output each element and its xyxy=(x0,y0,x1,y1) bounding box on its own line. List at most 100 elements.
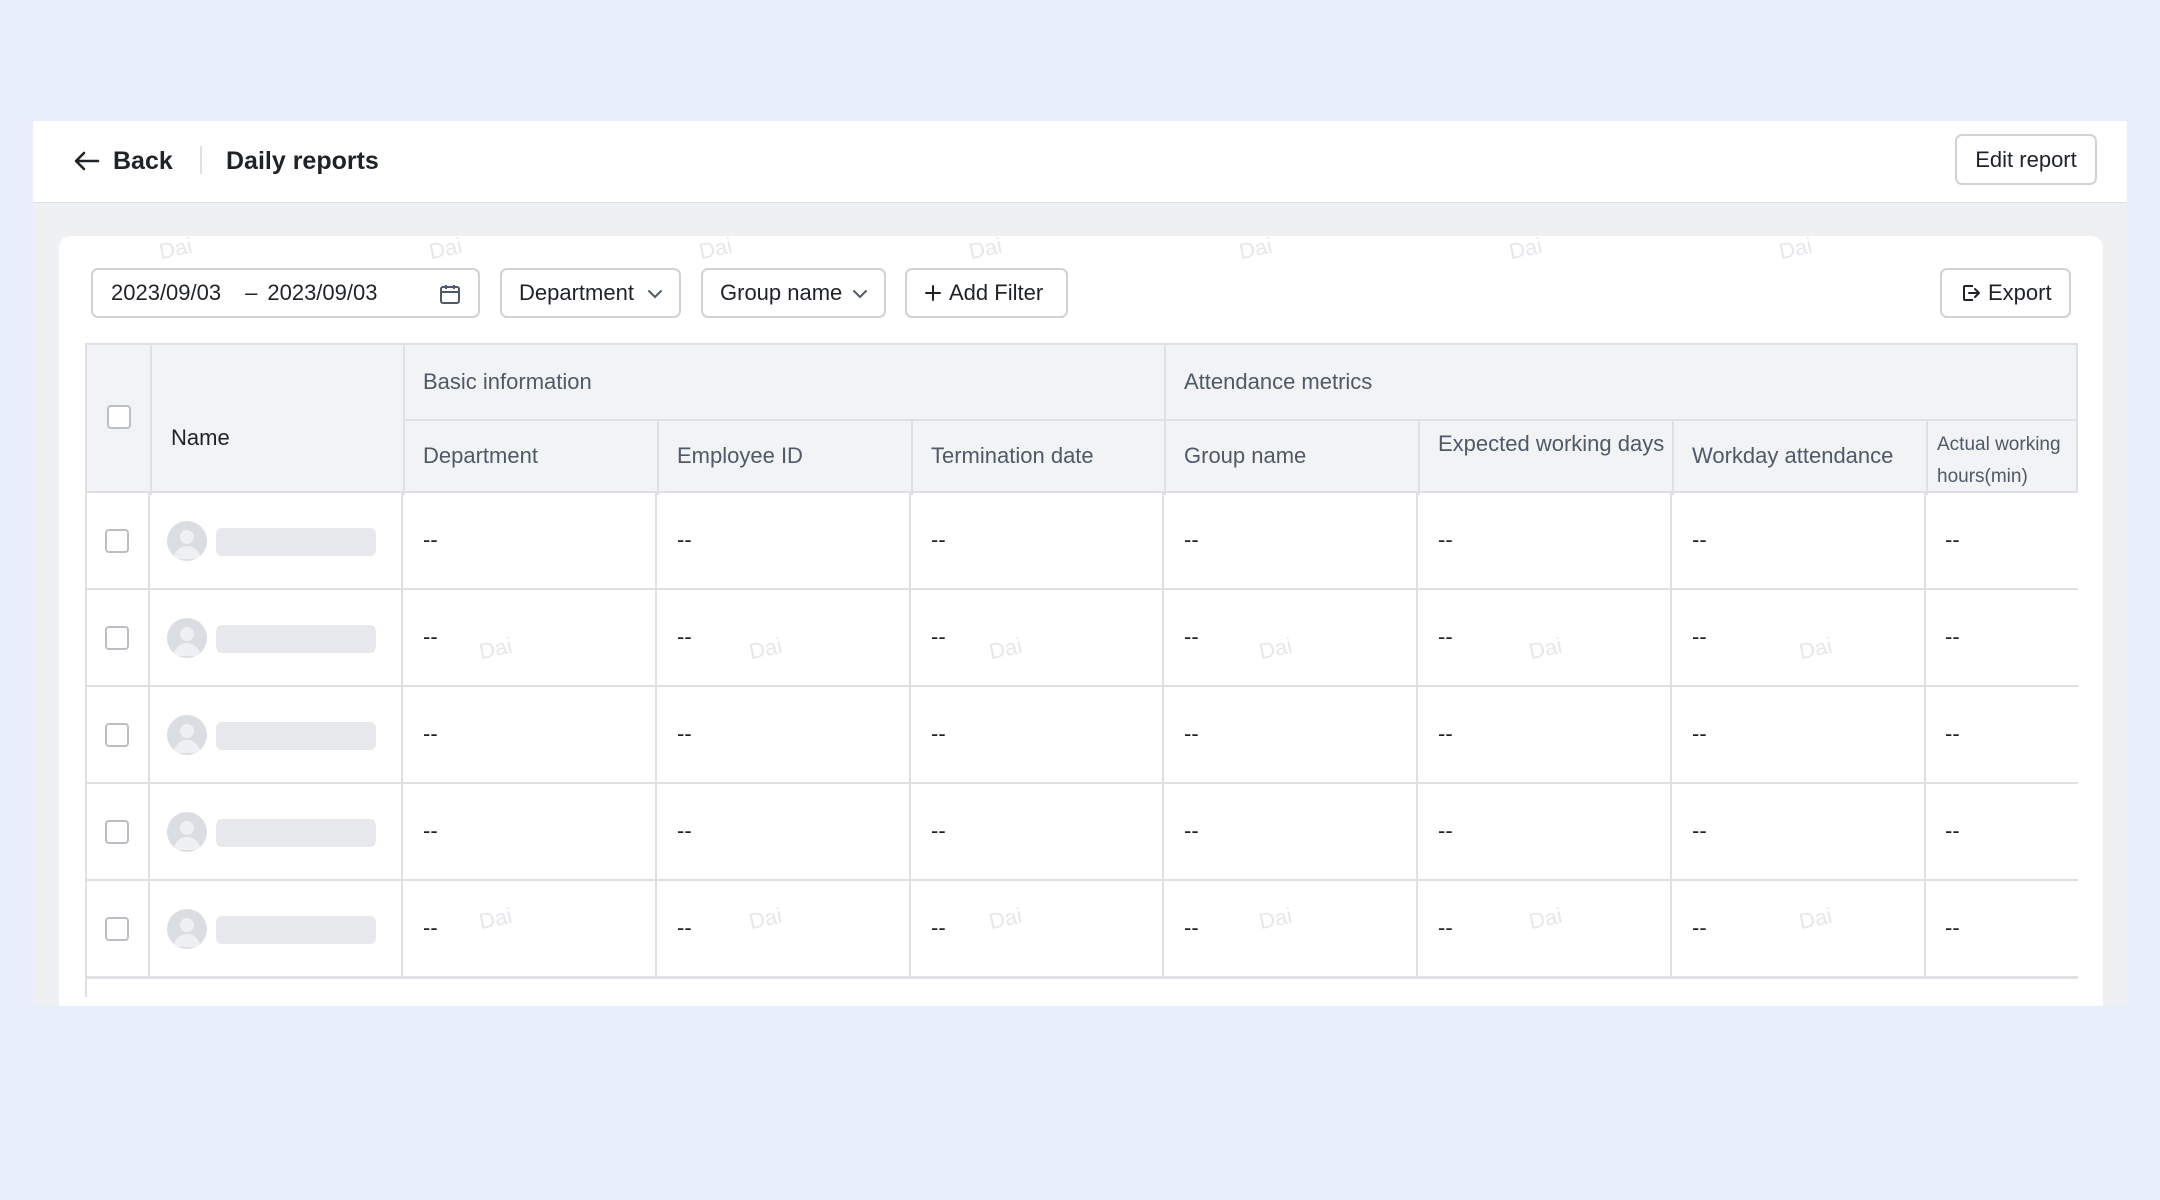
date-range-picker[interactable]: 2023/09/03 – 2023/09/03 xyxy=(91,268,480,318)
table-cell: -- xyxy=(1438,818,1453,843)
chevron-down-icon xyxy=(648,290,662,299)
col-divider xyxy=(909,784,911,881)
row-checkbox[interactable] xyxy=(105,529,129,553)
group-name-filter[interactable]: Group name xyxy=(701,268,886,318)
table-cell: -- xyxy=(1184,527,1199,552)
table-row[interactable]: -- -- -- -- -- -- -- xyxy=(85,881,2078,978)
calendar-icon xyxy=(440,285,460,304)
column-header-actual-working-hours: Actual working hours(min) xyxy=(1937,434,2061,487)
avatar xyxy=(167,618,207,658)
edit-report-button[interactable]: Edit report xyxy=(1955,134,2097,185)
table-cell: -- xyxy=(677,721,692,746)
department-filter[interactable]: Department xyxy=(500,268,681,318)
table-row[interactable]: -- -- -- -- -- -- -- xyxy=(85,493,2078,590)
col-divider xyxy=(1162,784,1164,881)
table-cell: -- xyxy=(1945,721,1960,746)
row-checkbox[interactable] xyxy=(105,723,129,747)
table-cell: -- xyxy=(1945,527,1960,552)
col-divider xyxy=(909,590,911,687)
col-divider xyxy=(1416,590,1418,687)
table-cell: -- xyxy=(1438,527,1453,552)
col-divider xyxy=(148,493,150,590)
col-divider xyxy=(1670,687,1672,784)
user-placeholder-icon xyxy=(173,724,201,753)
report-window: Back Daily reports Edit report 2023/09/0… xyxy=(33,121,2127,1006)
date-end: 2023/09/03 xyxy=(267,280,378,305)
table-cell: -- xyxy=(423,721,438,746)
row-checkbox[interactable] xyxy=(105,917,129,941)
back-label: Back xyxy=(113,146,173,175)
col-divider xyxy=(1924,784,1926,881)
name-skeleton xyxy=(216,528,376,556)
col-divider xyxy=(1924,493,1926,590)
col-divider xyxy=(655,784,657,881)
user-placeholder-icon xyxy=(173,530,201,559)
table-cell: -- xyxy=(1692,624,1707,649)
table-cell: -- xyxy=(423,915,438,940)
table-cell: -- xyxy=(1692,721,1707,746)
col-divider xyxy=(909,493,911,590)
col-divider xyxy=(1926,419,1928,495)
col-divider xyxy=(1162,590,1164,687)
name-skeleton xyxy=(216,916,376,944)
chevron-down-icon xyxy=(853,290,867,299)
column-header-group-name: Group name xyxy=(1184,443,1307,468)
export-label: Export xyxy=(1988,280,2052,305)
col-divider xyxy=(655,881,657,978)
user-placeholder-icon xyxy=(173,821,201,850)
table-cell: -- xyxy=(1692,527,1707,552)
col-divider xyxy=(1162,687,1164,784)
back-button[interactable]: Back xyxy=(71,141,173,181)
user-placeholder-icon xyxy=(173,918,201,947)
col-divider xyxy=(150,345,152,495)
table-row[interactable]: -- -- -- -- -- -- -- xyxy=(85,687,2078,784)
group-filter-label: Group name xyxy=(720,280,843,305)
table-row[interactable]: -- -- -- -- -- -- -- xyxy=(85,784,2078,881)
col-divider xyxy=(403,345,405,495)
table-cell: -- xyxy=(1438,915,1453,940)
table-cell: -- xyxy=(1184,915,1199,940)
table-left-border xyxy=(85,493,87,997)
col-divider xyxy=(148,881,150,978)
column-header-department: Department xyxy=(423,443,538,468)
table-cell: -- xyxy=(1438,721,1453,746)
table-cell: -- xyxy=(1692,818,1707,843)
table-row[interactable]: -- -- -- -- -- -- -- xyxy=(85,590,2078,687)
report-table: Name Basic information Attendance metric… xyxy=(85,343,2078,997)
col-divider xyxy=(1670,784,1672,881)
table-header: Name Basic information Attendance metric… xyxy=(85,343,2078,495)
name-column-header: Name xyxy=(171,425,230,450)
export-button[interactable]: Export xyxy=(1940,268,2071,318)
col-divider xyxy=(1418,419,1420,495)
name-skeleton xyxy=(216,722,376,750)
avatar xyxy=(167,909,207,949)
table-cell: -- xyxy=(1692,915,1707,940)
col-divider xyxy=(1416,493,1418,590)
col-divider xyxy=(1670,493,1672,590)
table-cell: -- xyxy=(677,624,692,649)
avatar xyxy=(167,521,207,561)
row-checkbox[interactable] xyxy=(105,820,129,844)
col-divider xyxy=(401,687,403,784)
col-divider xyxy=(911,419,913,495)
col-divider xyxy=(909,687,911,784)
add-filter-button[interactable]: Add Filter xyxy=(905,268,1068,318)
col-divider xyxy=(1672,419,1674,495)
col-divider xyxy=(1924,881,1926,978)
avatar xyxy=(167,715,207,755)
group-header-attendance: Attendance metrics xyxy=(1184,369,1373,394)
col-divider xyxy=(1416,784,1418,881)
table-cell: -- xyxy=(677,527,692,552)
col-divider xyxy=(1670,881,1672,978)
col-divider xyxy=(1924,590,1926,687)
col-divider xyxy=(1162,493,1164,590)
table-cell: -- xyxy=(931,915,946,940)
row-checkbox[interactable] xyxy=(105,626,129,650)
table-cell: -- xyxy=(423,818,438,843)
col-divider xyxy=(401,493,403,590)
table-cell: -- xyxy=(1184,624,1199,649)
col-divider xyxy=(148,590,150,687)
table-cell: -- xyxy=(677,818,692,843)
select-all-checkbox[interactable] xyxy=(107,405,131,429)
table-cell: -- xyxy=(931,818,946,843)
